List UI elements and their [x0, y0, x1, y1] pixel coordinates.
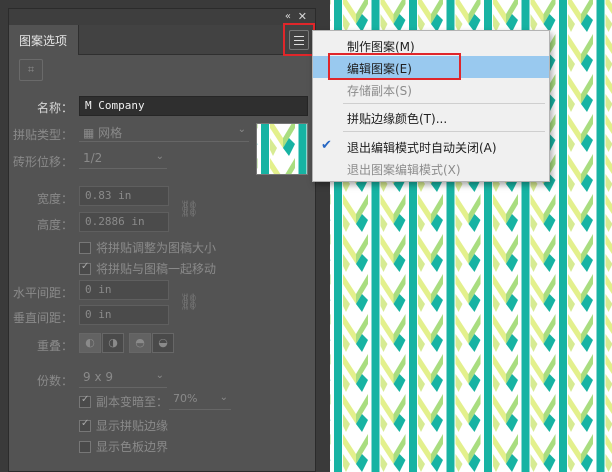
- copies-select[interactable]: 9 x 9 ⌄: [79, 368, 167, 388]
- resize-tile-checkbox[interactable]: 将拼贴调整为图稿大小: [79, 239, 216, 256]
- menu-item-label: 编辑图案(E): [347, 62, 412, 76]
- h-spacing-label: 水平间距：: [12, 286, 73, 300]
- menu-item-make-pattern[interactable]: 制作图案(M): [313, 34, 549, 56]
- chevron-down-icon: ⌄: [155, 370, 164, 381]
- chevron-down-icon: ⌄: [219, 392, 228, 403]
- v-spacing-label: 垂直间距：: [12, 311, 73, 325]
- tab-pattern-options[interactable]: 图案选项: [9, 25, 79, 55]
- menu-item-edit-pattern[interactable]: 编辑图案(E): [313, 56, 549, 78]
- checkbox-box: [79, 242, 91, 254]
- menu-separator: [343, 103, 545, 104]
- resize-tile-label: 将拼贴调整为图稿大小: [96, 241, 217, 255]
- checkmark-icon: ✔: [321, 138, 332, 153]
- checkbox-box: [79, 261, 91, 275]
- dim-copies-checkbox[interactable]: 副本变暗至：: [79, 393, 168, 410]
- menu-separator: [343, 131, 545, 132]
- overlap-right-icon[interactable]: ◑: [102, 333, 124, 353]
- name-input[interactable]: M Company: [79, 96, 308, 116]
- collapse-panel-icon[interactable]: «: [285, 11, 291, 22]
- overlap-bottom-icon[interactable]: ◒: [152, 333, 174, 353]
- menu-item-label: 退出图案编辑模式(X): [347, 163, 461, 177]
- menu-item-label: 制作图案(M): [347, 40, 415, 54]
- tile-preview-swatch: [256, 123, 308, 175]
- link-dimensions-icon[interactable]: ⛓: [179, 199, 199, 218]
- width-label: 宽度：: [36, 192, 73, 206]
- tile-edit-tool-icon[interactable]: ⌗: [19, 59, 43, 81]
- grid-icon: ▦: [83, 126, 95, 140]
- brick-offset-label: 砖形位移：: [12, 155, 73, 169]
- dim-copies-select[interactable]: 70% ⌄: [169, 390, 231, 410]
- show-swatch-bounds-label: 显示色板边界: [96, 440, 169, 454]
- tile-type-label: 拼贴类型：: [12, 128, 73, 142]
- show-tile-edge-label: 显示拼贴边缘: [96, 419, 169, 433]
- menu-item-label: 退出编辑模式时自动关闭(A): [347, 141, 497, 155]
- brick-offset-value: 1/2: [83, 151, 103, 165]
- show-tile-edge-checkbox[interactable]: 显示拼贴边缘: [79, 417, 168, 434]
- move-tile-label: 将拼贴与图稿一起移动: [96, 262, 217, 276]
- hamburger-menu-icon[interactable]: [289, 30, 309, 50]
- menu-item-tile-edge-color[interactable]: 拼贴边缘颜色(T)...: [313, 106, 549, 128]
- dim-copies-value: 70%: [173, 392, 198, 405]
- show-swatch-bounds-checkbox[interactable]: 显示色板边界: [79, 438, 168, 455]
- menu-item-save-copy: 存储副本(S): [313, 78, 549, 100]
- copies-value: 9 x 9: [83, 370, 113, 384]
- height-input[interactable]: 0.2886 in: [79, 212, 169, 232]
- checkbox-box: [79, 418, 91, 432]
- tile-type-select[interactable]: ▦ 网格 ⌄: [79, 122, 249, 142]
- overlap-label: 重叠：: [36, 339, 73, 353]
- overlap-top-icon[interactable]: ◓: [129, 333, 151, 353]
- link-spacing-icon[interactable]: ⛓: [179, 292, 199, 311]
- close-panel-icon[interactable]: ✕: [298, 10, 307, 23]
- menu-item-label: 拼贴边缘颜色(T)...: [347, 112, 448, 126]
- brick-offset-select[interactable]: 1/2 ⌄: [79, 149, 167, 169]
- chevron-down-icon: ⌄: [237, 124, 246, 135]
- checkbox-box: [79, 441, 91, 453]
- width-input[interactable]: 0.83 in: [79, 186, 169, 206]
- panel-title-bar[interactable]: « ✕: [9, 9, 315, 25]
- v-spacing-input[interactable]: 0 in: [79, 305, 169, 325]
- copies-label: 份数：: [36, 374, 73, 388]
- panel-flyout-menu: 制作图案(M) 编辑图案(E) 存储副本(S) 拼贴边缘颜色(T)... ✔ 退…: [312, 30, 550, 182]
- menu-item-auto-close[interactable]: ✔ 退出编辑模式时自动关闭(A): [313, 135, 549, 157]
- dim-copies-label: 副本变暗至：: [96, 395, 169, 409]
- tile-type-value: 网格: [98, 126, 123, 140]
- checkbox-box: [79, 394, 91, 408]
- h-spacing-input[interactable]: 0 in: [79, 280, 169, 300]
- move-tile-checkbox[interactable]: 将拼贴与图稿一起移动: [79, 260, 216, 277]
- menu-item-label: 存储副本(S): [347, 84, 412, 98]
- panel-tab-bar: 图案选项: [9, 25, 315, 55]
- name-label: 名称：: [36, 101, 73, 115]
- overlap-left-icon[interactable]: ◐: [79, 333, 101, 353]
- height-label: 高度：: [36, 218, 73, 232]
- pattern-options-panel: « ✕ 图案选项 ⌗ 名称： M Company 拼贴类型： ▦ 网格 ⌄ 砖形…: [8, 8, 316, 472]
- chevron-down-icon: ⌄: [155, 151, 164, 162]
- menu-item-exit-pattern-edit: 退出图案编辑模式(X): [313, 157, 549, 179]
